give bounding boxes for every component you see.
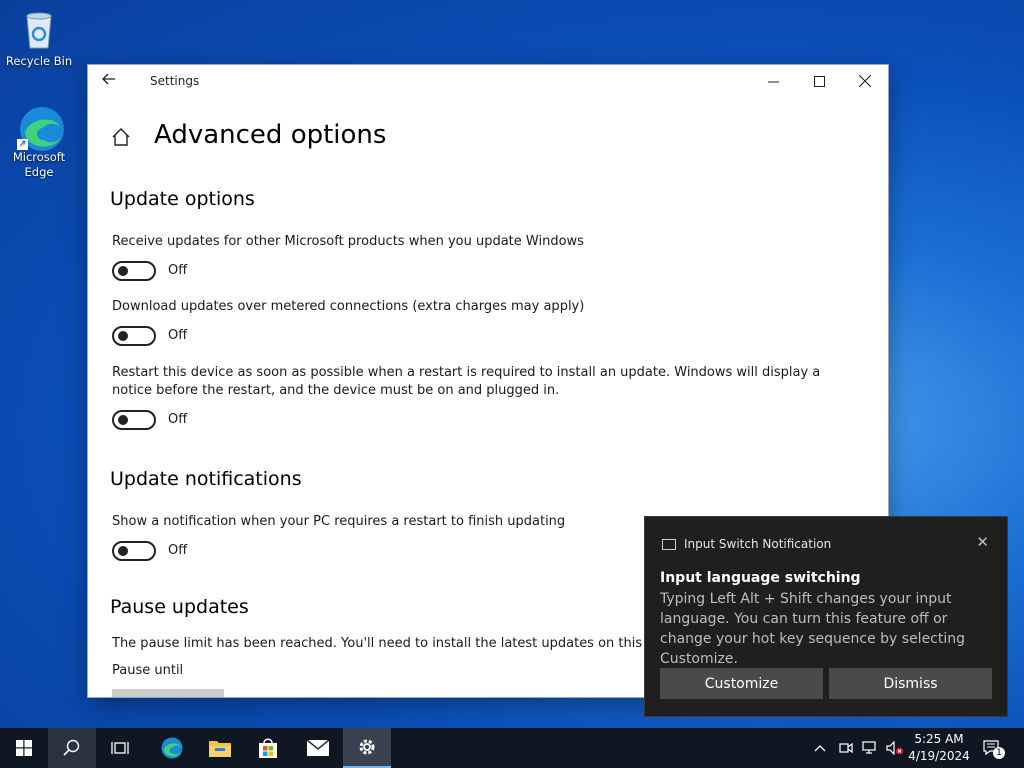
taskbar-file-explorer-button[interactable]: [196, 728, 244, 768]
toggle-state: Off: [168, 412, 188, 427]
close-button[interactable]: [842, 65, 888, 97]
option-label: Download updates over metered connection…: [112, 299, 585, 314]
option-label: Receive updates for other Microsoft prod…: [112, 234, 584, 249]
notification-title: Input language switching: [660, 570, 861, 586]
mail-icon: [306, 739, 330, 756]
minimize-button[interactable]: [750, 65, 796, 97]
toggle-restart-notification[interactable]: [112, 541, 156, 561]
toggle-knob: [118, 415, 128, 425]
clock-date: 4/19/2024: [908, 749, 970, 763]
section-heading-pause-updates: Pause updates: [110, 596, 249, 618]
volume-muted-icon: [886, 741, 903, 755]
toggle-knob: [118, 546, 128, 556]
store-icon: [259, 738, 277, 758]
maximize-button[interactable]: [796, 65, 842, 97]
toggle-restart-asap[interactable]: [112, 410, 156, 430]
toggle-state: Off: [168, 263, 188, 278]
input-switch-notification: Input Switch Notification ✕ Input langua…: [645, 517, 1007, 716]
edge-icon: [161, 737, 183, 759]
desktop-icon-label: Microsoft Edge: [12, 150, 66, 179]
task-view-button[interactable]: [96, 728, 144, 768]
show-hidden-icons-button[interactable]: [814, 728, 832, 768]
search-button[interactable]: [48, 728, 96, 768]
pause-until-dropdown[interactable]: [112, 689, 224, 697]
taskbar-mail-button[interactable]: [294, 728, 342, 768]
action-center-button[interactable]: 1: [982, 728, 1006, 768]
edge-icon: ↗: [17, 104, 64, 151]
search-icon: [63, 739, 80, 756]
toggle-state: Off: [168, 543, 188, 558]
page-title: Advanced options: [154, 120, 387, 150]
tray-network-button[interactable]: [862, 728, 880, 768]
dismiss-button[interactable]: Dismiss: [829, 668, 992, 699]
toggle-receive-updates[interactable]: [112, 261, 156, 281]
desktop-icon-label: Recycle Bin: [5, 54, 73, 68]
toggle-knob: [118, 331, 128, 341]
gear-icon: [359, 739, 375, 755]
notification-body: Typing Left Alt + Shift changes your inp…: [660, 591, 966, 667]
keyboard-icon: [662, 539, 676, 550]
taskbar-store-button[interactable]: [244, 728, 292, 768]
chevron-up-icon: [814, 745, 826, 752]
taskbar-settings-button[interactable]: [343, 728, 391, 768]
close-icon[interactable]: ✕: [976, 533, 989, 551]
shortcut-arrow-icon: ↗: [17, 139, 28, 150]
title-bar: Settings: [88, 65, 888, 97]
option-label: Restart this device as soon as possible …: [112, 365, 821, 398]
clock-time: 5:25 AM: [914, 732, 964, 746]
back-arrow-icon[interactable]: [102, 71, 122, 91]
desktop-icon-edge[interactable]: ↗ Microsoft Edge: [4, 104, 74, 180]
desktop-icon-recycle-bin[interactable]: Recycle Bin: [4, 8, 74, 69]
notification-count-badge: 1: [993, 747, 1005, 759]
toggle-state: Off: [168, 328, 188, 343]
toggle-metered-connections[interactable]: [112, 326, 156, 346]
customize-button[interactable]: Customize: [660, 668, 823, 699]
window-title: Settings: [150, 74, 200, 88]
tray-volume-button[interactable]: [886, 728, 906, 768]
windows-logo-icon: [16, 740, 32, 756]
recycle-bin-icon: [17, 8, 61, 52]
taskbar: 5:25 AM 4/19/2024 1: [0, 728, 1024, 768]
section-heading-update-notifications: Update notifications: [110, 468, 302, 490]
taskbar-clock[interactable]: 5:25 AM 4/19/2024: [908, 731, 970, 765]
folder-icon: [209, 741, 231, 757]
home-icon[interactable]: [110, 126, 132, 148]
notification-app-name: Input Switch Notification: [684, 537, 832, 551]
section-heading-update-options: Update options: [110, 188, 255, 210]
network-icon: [862, 741, 876, 754]
meet-now-icon: [839, 742, 853, 754]
toggle-knob: [118, 266, 128, 276]
start-button[interactable]: [0, 728, 48, 768]
tray-meet-now-button[interactable]: [839, 728, 855, 768]
taskbar-edge-button[interactable]: [148, 728, 196, 768]
task-view-icon: [111, 742, 129, 754]
